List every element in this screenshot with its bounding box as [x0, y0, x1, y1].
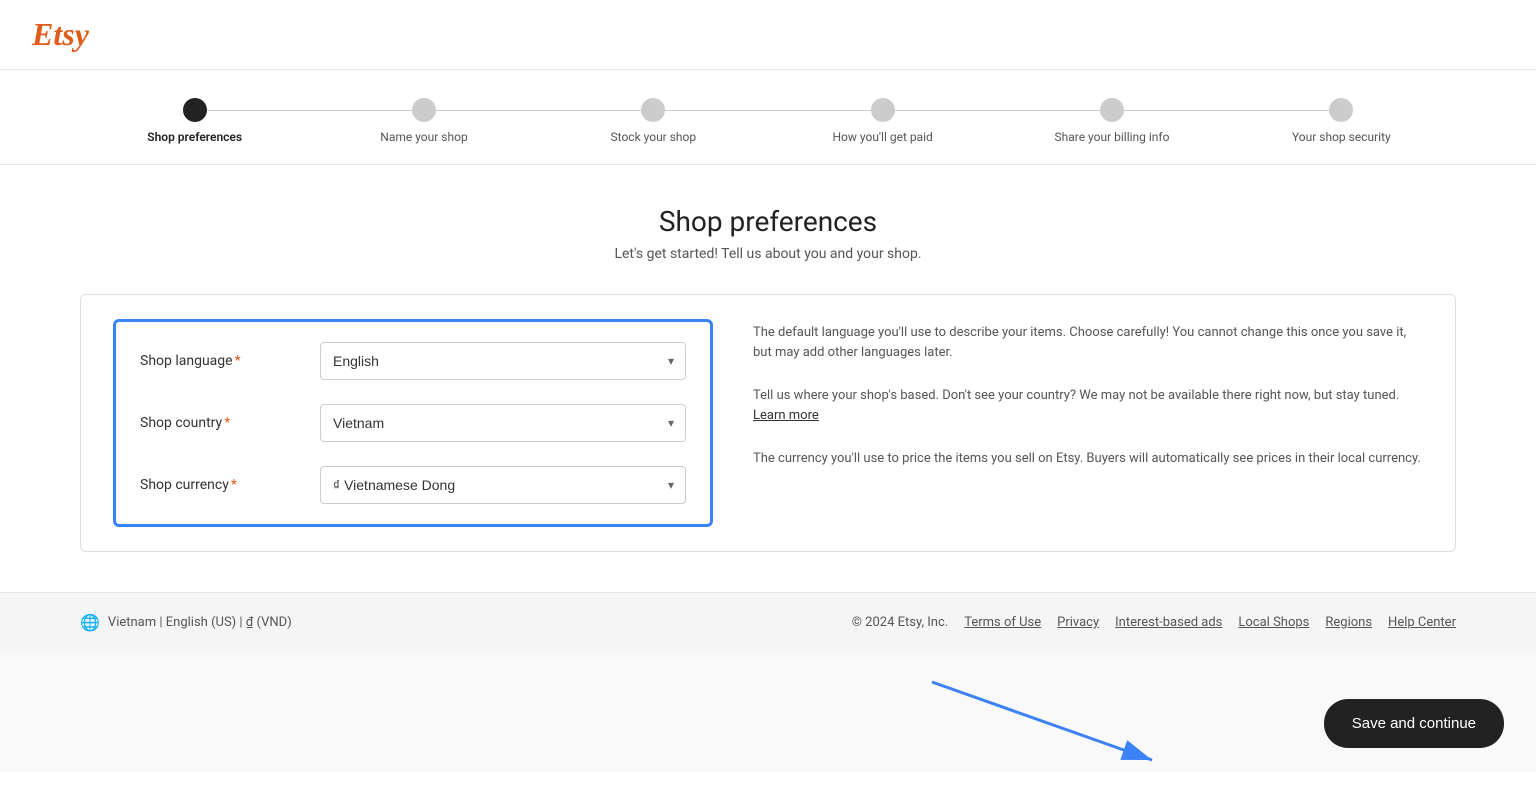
form-section: Shop language* English French German Spa… — [113, 319, 713, 527]
progress-step-billing: Share your billing info — [997, 98, 1226, 144]
language-select-wrapper: English French German Spanish Japanese ▾ — [320, 342, 686, 380]
footer-locale: 🌐 Vietnam | English (US) | ₫ (VND) — [80, 613, 292, 632]
progress-bar: Shop preferences Name your shop Stock your… — [0, 70, 1536, 165]
step-dot-billing — [1100, 98, 1124, 122]
bottom-area: Save and continue — [0, 652, 1536, 772]
globe-icon: 🌐 — [80, 613, 100, 632]
progress-step-stock-your-shop: Stock your shop — [539, 98, 768, 144]
step-label-shop-preferences: Shop preferences — [147, 130, 242, 144]
footer-link-regions[interactable]: Regions — [1325, 615, 1372, 630]
step-label-security: Your shop security — [1292, 130, 1391, 144]
country-label: Shop country* — [140, 415, 320, 431]
save-button-wrapper: Save and continue — [1324, 699, 1504, 748]
main-content: Shop preferences Let's get started! Tell… — [0, 165, 1536, 592]
step-label-how-paid: How you'll get paid — [832, 130, 932, 144]
footer-link-local-shops[interactable]: Local Shops — [1238, 615, 1309, 630]
step-label-name-your-shop: Name your shop — [380, 130, 467, 144]
country-select-wrapper: Vietnam United States United Kingdom Aus… — [320, 404, 686, 442]
language-info: The default language you'll use to descr… — [753, 323, 1423, 362]
progress-step-name-your-shop: Name your shop — [309, 98, 538, 144]
currency-info: The currency you'll use to price the ite… — [753, 449, 1423, 469]
footer-link-terms-of-use[interactable]: Terms of Use — [964, 615, 1041, 630]
country-field: Shop country* Vietnam United States Unit… — [140, 404, 686, 442]
step-dot-name-your-shop — [412, 98, 436, 122]
footer-link-privacy[interactable]: Privacy — [1057, 615, 1099, 630]
step-dot-security — [1329, 98, 1353, 122]
save-continue-button[interactable]: Save and continue — [1324, 699, 1504, 748]
language-field: Shop language* English French German Spa… — [140, 342, 686, 380]
page-subtitle: Let's get started! Tell us about you and… — [80, 246, 1456, 262]
currency-label: Shop currency* — [140, 477, 320, 493]
progress-step-how-paid: How you'll get paid — [768, 98, 997, 144]
currency-select[interactable]: ₫ Vietnamese Dong $ US Dollar € Euro £ B… — [320, 466, 686, 504]
form-wrapper: Shop language* English French German Spa… — [80, 294, 1456, 552]
arrow-annotation — [922, 672, 1182, 772]
step-label-billing: Share your billing info — [1054, 130, 1169, 144]
page-title: Shop preferences — [80, 205, 1456, 238]
progress-step-security: Your shop security — [1227, 98, 1456, 144]
language-label: Shop language* — [140, 353, 320, 369]
step-label-stock-your-shop: Stock your shop — [611, 130, 697, 144]
step-dot-how-paid — [871, 98, 895, 122]
footer: 🌐 Vietnam | English (US) | ₫ (VND) © 202… — [0, 592, 1536, 652]
step-dot-stock-your-shop — [641, 98, 665, 122]
info-section: The default language you'll use to descr… — [753, 319, 1423, 527]
footer-link-interest-based-ads[interactable]: Interest-based ads — [1115, 615, 1222, 630]
step-dot-shop-preferences — [183, 98, 207, 122]
country-info: Tell us where your shop's based. Don't s… — [753, 386, 1423, 425]
progress-step-shop-preferences: Shop preferences — [80, 98, 309, 144]
learn-more-link[interactable]: Learn more — [753, 408, 819, 423]
footer-links: © 2024 Etsy, Inc. Terms of UsePrivacyInt… — [852, 615, 1456, 630]
etsy-logo: Etsy — [32, 16, 89, 52]
header: Etsy — [0, 0, 1536, 70]
language-select[interactable]: English French German Spanish Japanese — [320, 342, 686, 380]
form-highlighted: Shop language* English French German Spa… — [113, 319, 713, 527]
footer-link-help-center[interactable]: Help Center — [1388, 615, 1456, 630]
currency-select-wrapper: ₫ Vietnamese Dong $ US Dollar € Euro £ B… — [320, 466, 686, 504]
currency-field: Shop currency* ₫ Vietnamese Dong $ US Do… — [140, 466, 686, 504]
country-select[interactable]: Vietnam United States United Kingdom Aus… — [320, 404, 686, 442]
